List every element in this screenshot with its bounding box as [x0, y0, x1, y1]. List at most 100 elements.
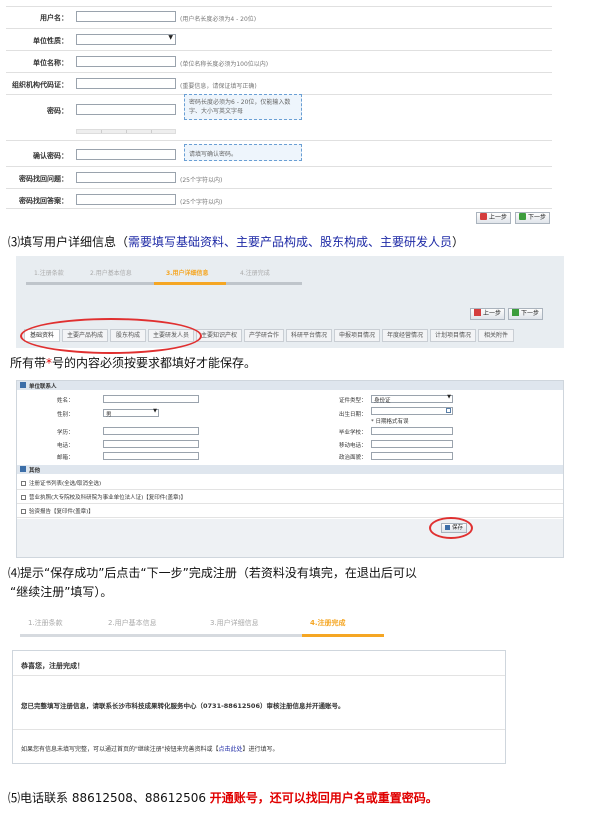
- birthdate-input[interactable]: [371, 407, 453, 415]
- contact-section-header: 单位联系人: [17, 381, 563, 390]
- check-row-certs[interactable]: 注册证书列表(全选/取消全选): [21, 479, 101, 487]
- section-icon: [20, 382, 26, 388]
- password-strength-bar: [76, 129, 176, 134]
- done-notice: 您已完整填写注册信息，请联系长沙市科技成果转化服务中心（0731-8861250…: [21, 702, 345, 710]
- check-certs-label: 注册证书列表(全选/取消全选): [29, 481, 102, 487]
- chevron-down-icon: ▼: [153, 408, 157, 414]
- wizard-step-1: 1.注册条款: [34, 270, 64, 277]
- label-name: 姓名：: [57, 398, 74, 404]
- checkbox[interactable]: [21, 495, 26, 500]
- prev-button[interactable]: 上一步: [476, 212, 512, 224]
- done-progress-active: [302, 634, 384, 637]
- done-step-4: 4.注册完成: [310, 619, 346, 627]
- tab-cooperation[interactable]: 产学研合作: [244, 329, 284, 342]
- label-username: 用户名：: [40, 14, 68, 22]
- done-divider: [13, 729, 505, 730]
- label-education: 学历：: [57, 430, 74, 436]
- hint-org-name: (单位名称长度必须为100位以内): [180, 61, 269, 68]
- tab-platform[interactable]: 科研平台情况: [286, 329, 332, 342]
- check-row-capital[interactable]: 验资报告【复印件(盖章)】: [21, 507, 94, 515]
- password-input[interactable]: [76, 104, 176, 115]
- step3-highlight: 需要填写基础资料、主要产品构成、股东构成、主要研发人员: [128, 235, 453, 249]
- next-button[interactable]: 下一步: [515, 212, 551, 224]
- tab-ip[interactable]: 主要知识产权: [196, 329, 242, 342]
- footer-suffix: 】进行填写。: [242, 746, 279, 753]
- step3-suffix: ）: [452, 235, 465, 249]
- click-here-link[interactable]: 点击此处: [219, 746, 243, 753]
- id-type-select[interactable]: 身份证 ▼: [371, 394, 453, 404]
- calendar-icon: [446, 408, 451, 413]
- school-input[interactable]: [371, 427, 453, 435]
- step5-highlight: 开通账号，还可以找回用户名或重置密码。: [209, 791, 438, 805]
- contact-form: 单位联系人 姓名： 性别： 男 ▼ 学历： 电话： 邮箱： 证件类型： 身份证 ▼ …: [16, 380, 564, 558]
- email-input[interactable]: [103, 452, 199, 460]
- done-congrats: 恭喜您，注册完成！: [21, 662, 84, 670]
- required-note: 所有带*号的内容必须按要求都填好才能保存。: [10, 355, 256, 371]
- label-phone: 电话：: [57, 443, 74, 449]
- tab-projects[interactable]: 申报项目情况: [334, 329, 380, 342]
- wizard-step-4: 4.注册完成: [240, 270, 270, 277]
- label-password: 密码：: [47, 107, 68, 115]
- divider: [17, 503, 563, 504]
- other-section-header: 其他: [17, 465, 563, 474]
- wizard-step-2: 2.用户基本信息: [90, 270, 132, 277]
- recovery-question-input[interactable]: [76, 172, 176, 183]
- step5-prefix: ⑸电话联系 88612508、88612506: [8, 791, 210, 805]
- label-recovery-answer: 密码找回答案：: [19, 197, 68, 205]
- org-name-input[interactable]: [76, 56, 176, 67]
- wizard-next-button[interactable]: 下一步: [508, 308, 544, 320]
- politics-input[interactable]: [371, 452, 453, 460]
- wizard-next-label: 下一步: [521, 310, 540, 317]
- label-org-type: 单位性质：: [33, 37, 68, 45]
- done-step-1: 1.注册条款: [28, 619, 63, 627]
- username-input[interactable]: [76, 11, 176, 22]
- step5-line: ⑸电话联系 88612508、88612506 开通账号，还可以找回用户名或重置…: [8, 790, 438, 806]
- divider: [17, 489, 563, 490]
- confirm-password-input[interactable]: [76, 149, 176, 160]
- forward-icon: [519, 213, 526, 220]
- checkbox[interactable]: [21, 481, 26, 486]
- label-confirm-password: 确认密码：: [33, 152, 68, 160]
- note-suffix: 号的内容必须按要求都填好才能保存。: [52, 356, 257, 370]
- label-recovery-question: 密码找回问题：: [19, 175, 68, 183]
- label-org-code: 组织机构代码证：: [12, 81, 68, 89]
- tab-plans[interactable]: 计划项目情况: [430, 329, 476, 342]
- done-panel: 1.注册条款 2.用户基本信息 3.用户详细信息 4.注册完成 恭喜您，注册完成…: [12, 612, 506, 764]
- label-id-type: 证件类型：: [339, 398, 367, 404]
- name-input[interactable]: [103, 395, 199, 403]
- label-birthdate: 出生日期：: [339, 412, 367, 418]
- mobile-input[interactable]: [371, 440, 453, 448]
- hint-username: (用户名长度必须为4 - 20位): [180, 16, 257, 23]
- education-input[interactable]: [103, 427, 199, 435]
- gender-value: 男: [106, 412, 112, 418]
- step3-prefix: ⑶填写用户详细信息（: [8, 235, 129, 249]
- label-org-name: 单位名称：: [33, 59, 68, 67]
- done-step-3: 3.用户详细信息: [210, 619, 259, 627]
- tab-attachments[interactable]: 相关附件: [478, 329, 514, 342]
- label-mobile: 移动电话：: [339, 443, 367, 449]
- basic-info-form: 用户名： (用户名长度必须为4 - 20位) 单位性质： ▼ 单位名称： (单位…: [0, 0, 556, 228]
- tab-annual[interactable]: 年度经营情况: [382, 329, 428, 342]
- step4-line2: “继续注册”填写）。: [10, 585, 113, 599]
- check-license-label: 营业执照(大专院校及科研院为事业单位法人证)【复印件(盖章)】: [29, 495, 187, 501]
- org-code-input[interactable]: [76, 78, 176, 89]
- id-type-value: 身份证: [374, 398, 391, 404]
- hint-recovery-question: (25个字符以内): [180, 177, 223, 184]
- check-row-license[interactable]: 营业执照(大专院校及科研院为事业单位法人证)【复印件(盖章)】: [21, 493, 186, 501]
- label-school: 毕业学校：: [339, 430, 367, 436]
- label-email: 邮箱：: [57, 455, 74, 461]
- save-highlight-oval: [429, 517, 473, 539]
- highlight-oval: [20, 318, 202, 354]
- label-politics: 政治面貌：: [339, 455, 367, 461]
- wizard-prev-button[interactable]: 上一步: [470, 308, 506, 320]
- org-type-select[interactable]: ▼: [76, 34, 176, 45]
- gender-select[interactable]: 男 ▼: [103, 408, 159, 418]
- checkbox[interactable]: [21, 509, 26, 514]
- save-bar: [17, 519, 563, 557]
- step4-line1: ⑷提示“保存成功”后点击“下一步”完成注册（若资料没有填完，在退出后可以: [8, 566, 417, 580]
- back-icon: [474, 309, 481, 316]
- other-section-title: 其他: [29, 468, 41, 474]
- done-box: 恭喜您，注册完成！ 您已完整填写注册信息，请联系长沙市科技成果转化服务中心（07…: [12, 650, 506, 764]
- phone-input[interactable]: [103, 440, 199, 448]
- recovery-answer-input[interactable]: [76, 194, 176, 205]
